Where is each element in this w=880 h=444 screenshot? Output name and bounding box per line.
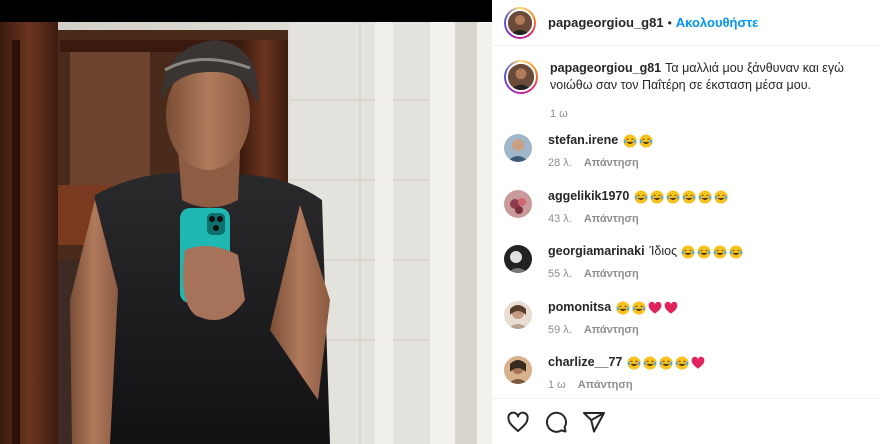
reply-button[interactable]: Απάντηση — [578, 379, 633, 391]
author-avatar[interactable] — [504, 6, 536, 39]
comment-item: georgiamarinaki Ίδιος 55 λ. Απάντηση — [504, 243, 874, 280]
laugh-cry-emoji — [729, 244, 743, 259]
comment-emoji — [623, 133, 653, 148]
laugh-cry-emoji — [639, 133, 653, 148]
comment-username[interactable]: pomonitsa — [548, 299, 611, 316]
laugh-cry-emoji — [675, 355, 689, 370]
laugh-cry-emoji — [616, 300, 630, 315]
comment-username[interactable]: aggelikik1970 — [548, 188, 629, 205]
laugh-cry-emoji — [627, 355, 641, 370]
comment-time[interactable]: 59 λ. — [548, 324, 572, 336]
share-icon[interactable] — [582, 410, 606, 434]
comment-time[interactable]: 43 λ. — [548, 213, 572, 225]
reply-button[interactable]: Απάντηση — [584, 324, 639, 336]
comments-list[interactable]: papageorgiou_g81 Τα μαλλιά μου ξάνθυναν κ… — [492, 46, 880, 398]
comment-time[interactable]: 55 λ. — [548, 268, 572, 280]
comment-time[interactable]: 1 ω — [548, 379, 566, 391]
red-heart-emoji — [648, 301, 662, 314]
comment-avatar[interactable] — [504, 301, 532, 329]
laugh-cry-emoji — [682, 189, 696, 204]
reply-button[interactable]: Απάντηση — [584, 268, 639, 280]
comment-icon[interactable] — [544, 410, 568, 434]
comment-avatar[interactable] — [504, 245, 532, 273]
heart-icon[interactable] — [506, 410, 530, 434]
post-header: papageorgiou_g81 • Ακολουθήστε — [492, 0, 880, 46]
laugh-cry-emoji — [697, 244, 711, 259]
follow-button[interactable]: Ακολουθήστε — [676, 15, 759, 30]
comment-emoji — [627, 355, 705, 370]
comment-emoji — [681, 244, 743, 259]
caption-avatar[interactable] — [504, 60, 538, 94]
red-heart-emoji — [691, 356, 705, 369]
post-actions — [492, 398, 880, 444]
reply-button[interactable]: Απάντηση — [584, 157, 639, 169]
laugh-cry-emoji — [623, 133, 637, 148]
laugh-cry-emoji — [650, 189, 664, 204]
caption-time[interactable]: 1 ω — [550, 106, 874, 123]
caption: papageorgiou_g81 Τα μαλλιά μου ξάνθυναν κ… — [504, 60, 874, 123]
laugh-cry-emoji — [643, 355, 657, 370]
comment-avatar[interactable] — [504, 190, 532, 218]
laugh-cry-emoji — [681, 244, 695, 259]
comment-emoji — [616, 300, 678, 315]
laugh-cry-emoji — [698, 189, 712, 204]
laugh-cry-emoji — [659, 355, 673, 370]
author-username[interactable]: papageorgiou_g81 — [548, 15, 664, 30]
comment-avatar[interactable] — [504, 134, 532, 162]
comment-avatar[interactable] — [504, 356, 532, 384]
comment-item: charlize__77 1 ω Απάντηση — [504, 354, 874, 391]
comment-item: pomonitsa 59 λ. Απάντηση — [504, 299, 874, 336]
caption-username[interactable]: papageorgiou_g81 — [550, 61, 661, 75]
comment-username[interactable]: georgiamarinaki — [548, 243, 645, 260]
comment-username[interactable]: charlize__77 — [548, 354, 622, 371]
laugh-cry-emoji — [632, 300, 646, 315]
separator-dot: • — [667, 15, 672, 30]
comment-username[interactable]: stefan.irene — [548, 132, 618, 149]
laugh-cry-emoji — [713, 244, 727, 259]
laugh-cry-emoji — [666, 189, 680, 204]
reply-button[interactable]: Απάντηση — [584, 213, 639, 225]
red-heart-emoji — [664, 301, 678, 314]
comment-item: stefan.irene 28 λ. Απάντηση — [504, 132, 874, 169]
comment-item: aggelikik1970 43 λ. Απάντηση — [504, 188, 874, 225]
comment-emoji — [634, 189, 728, 204]
comment-time[interactable]: 28 λ. — [548, 157, 572, 169]
laugh-cry-emoji — [634, 189, 648, 204]
post-photo[interactable] — [0, 0, 492, 444]
laugh-cry-emoji — [714, 189, 728, 204]
post-sidebar: papageorgiou_g81 • Ακολουθήστε papageorg… — [492, 0, 880, 444]
comment-text: Ίδιος — [649, 244, 678, 258]
